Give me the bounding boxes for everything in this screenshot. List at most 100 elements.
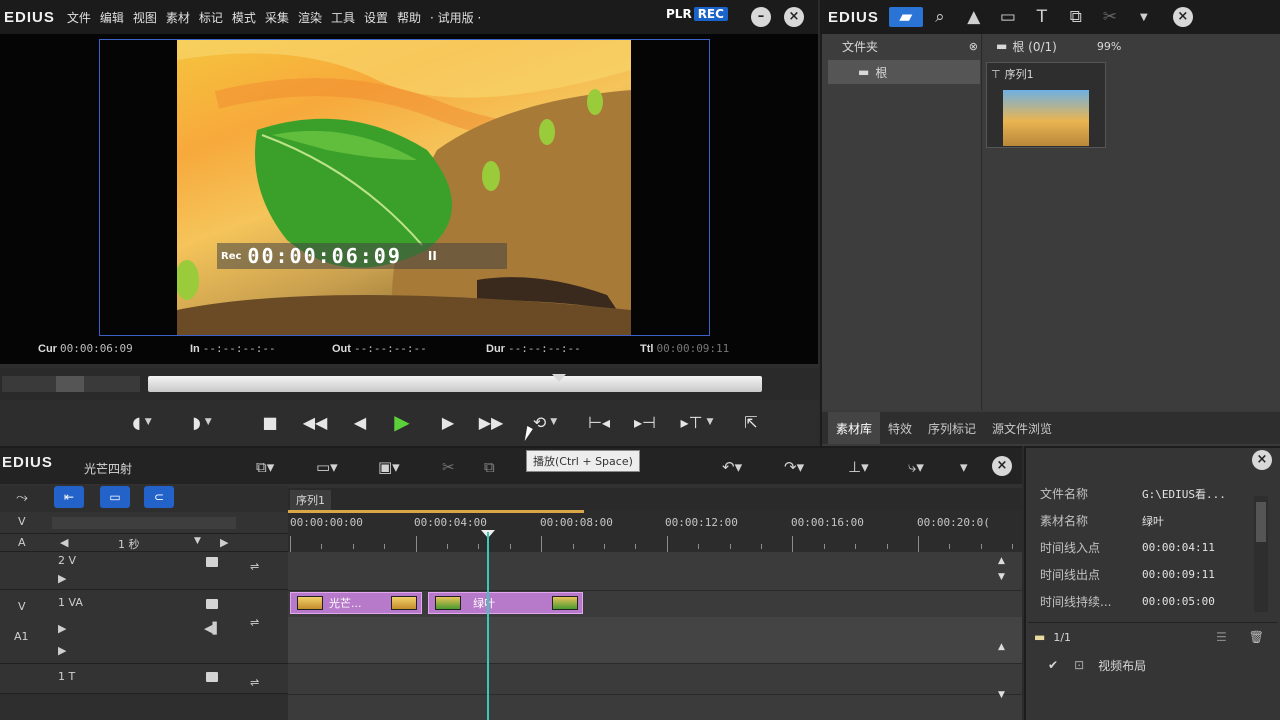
tab-sequence-markers[interactable]: 序列标记	[920, 412, 984, 444]
track-1t[interactable]: 1 T ⇌	[0, 664, 288, 694]
set-out-button[interactable]: ◗ ▼	[180, 402, 224, 442]
video-mute-icon[interactable]	[206, 599, 218, 609]
tab-bin[interactable]: 素材库	[828, 412, 881, 444]
sequence-settings-icon[interactable]: ⧉▾	[256, 458, 274, 476]
chevron-down-icon[interactable]: ▾	[960, 458, 968, 476]
speaker-icon[interactable]: ◀▌	[204, 622, 221, 635]
insert-to-timeline-button[interactable]: ▸⊤ ▼	[674, 402, 720, 442]
chevron-down-icon[interactable]: ▼	[194, 536, 201, 546]
track-a1-label: A1	[14, 630, 29, 643]
menu-tools[interactable]: 工具	[331, 9, 355, 26]
scroll-down-icon[interactable]: ▼	[998, 572, 1005, 582]
next-edit-button[interactable]: ▸⊣	[628, 402, 662, 442]
video-mute-icon[interactable]	[206, 557, 218, 567]
bin-clip-thumbnail	[1003, 90, 1089, 146]
ripple-icon[interactable]: ⤷▾	[908, 458, 924, 476]
export-button[interactable]: ⇱	[734, 402, 768, 442]
timeline-clip[interactable]: 绿叶	[428, 592, 583, 614]
bin-close-button[interactable]: ×	[1172, 7, 1193, 27]
expand-icon[interactable]: ▶	[58, 572, 66, 585]
trash-icon[interactable]: 🗑	[1249, 630, 1264, 644]
fast-forward-button[interactable]: ▶▶	[474, 402, 508, 442]
split-icon[interactable]: ⊥▾	[848, 458, 869, 476]
set-in-button[interactable]: ◖ ▼	[120, 402, 164, 442]
info-scrollbar[interactable]	[1254, 496, 1268, 612]
layout-effect-icon: ⊡	[1074, 658, 1085, 672]
open-folder-icon[interactable]: ▭	[991, 7, 1025, 27]
expand-icon[interactable]: ▶	[58, 622, 66, 635]
link-mode-button[interactable]: ⊂	[144, 486, 174, 508]
chevron-down-icon: ▼	[550, 417, 558, 427]
undo-icon[interactable]: ↶▾	[722, 458, 742, 476]
shuttle-knob[interactable]	[56, 376, 84, 392]
info-close-button[interactable]: ×	[1252, 450, 1272, 470]
slider-playhead[interactable]	[552, 374, 567, 382]
redo-icon[interactable]: ↷▾	[784, 458, 804, 476]
player-close-button[interactable]: ×	[784, 7, 804, 27]
title-mute-icon[interactable]	[206, 672, 218, 682]
expand-audio-icon[interactable]: ▶	[58, 644, 66, 657]
list-icon[interactable]: ☰	[1216, 630, 1227, 644]
menu-view[interactable]: 视图	[133, 9, 157, 26]
new-sequence-icon[interactable]: ⧉	[1059, 7, 1093, 27]
cut-icon[interactable]: ✂	[1093, 7, 1127, 27]
search-icon[interactable]: ⌕	[923, 7, 957, 27]
menu-file[interactable]: 文件	[67, 9, 91, 26]
sync-mode-button[interactable]: ▭	[100, 486, 130, 508]
timeline-clip[interactable]: 光芒...	[290, 592, 422, 614]
menu-settings[interactable]: 设置	[364, 9, 388, 26]
prev-edit-button[interactable]: ⊢◂	[582, 402, 616, 442]
track-v-label: V	[18, 515, 26, 528]
tab-effects[interactable]: 特效	[880, 412, 920, 444]
track-2v[interactable]: 2 V ▶ ⇌	[0, 552, 288, 590]
menu-marker[interactable]: 标记	[199, 9, 223, 26]
up-folder-icon[interactable]: ▲	[957, 7, 991, 27]
scale-selector[interactable]: 1 秒	[118, 536, 140, 552]
scroll-up-icon[interactable]: ▲	[998, 642, 1005, 652]
out-value: --:--:--:--	[353, 342, 427, 355]
timeline-cursor-line[interactable]	[487, 532, 489, 720]
menu-clip[interactable]: 素材	[166, 9, 190, 26]
menu-mode[interactable]: 模式	[232, 9, 256, 26]
track-lock-icon[interactable]: ⇌	[250, 676, 259, 689]
menu-render[interactable]: 渲染	[298, 9, 322, 26]
rewind-button[interactable]: ◀◀	[298, 402, 332, 442]
track-lock-icon[interactable]: ⇌	[250, 560, 259, 573]
menu-help[interactable]: 帮助	[397, 9, 421, 26]
open-project-icon[interactable]: ▭▾	[316, 458, 338, 476]
close-icon[interactable]: ⊗	[969, 40, 978, 53]
info-row: 文件名称 G:\EDIUS看...	[1040, 480, 1260, 507]
scroll-down-icon[interactable]: ▼	[998, 690, 1005, 700]
scale-left-arrow-icon[interactable]: ◀	[60, 536, 68, 549]
plr-rec-toggle[interactable]: PLR REC	[666, 7, 728, 21]
play-button[interactable]: ▶	[386, 402, 418, 442]
effect-item[interactable]: ✔ ⊡ 视频布局	[1048, 656, 1146, 674]
stop-button[interactable]: ■	[258, 402, 282, 442]
step-back-button[interactable]: ◀	[348, 402, 372, 442]
tab-source-browser[interactable]: 源文件浏览	[984, 412, 1060, 444]
folder-view-icon[interactable]: ▰	[888, 7, 923, 27]
timeline-close-button[interactable]: ×	[992, 456, 1012, 476]
track-lock-icon[interactable]: ⇌	[250, 616, 259, 629]
step-forward-button[interactable]: ▶	[436, 402, 460, 442]
menu-edit[interactable]: 编辑	[100, 9, 124, 26]
menu-capture[interactable]: 采集	[265, 9, 289, 26]
track-zoom-bar[interactable]	[52, 517, 236, 529]
checkbox-checked-icon[interactable]: ✔	[1048, 658, 1058, 672]
copy-icon[interactable]: ⧉	[484, 458, 495, 476]
scale-right-arrow-icon[interactable]: ▶	[220, 536, 228, 549]
minimize-button[interactable]: –	[751, 7, 771, 27]
position-slider[interactable]	[148, 376, 762, 392]
scroll-up-icon[interactable]: ▲	[998, 556, 1005, 566]
ripple-mode-button[interactable]: ⇤	[54, 486, 84, 508]
info-scrollbar-thumb[interactable]	[1256, 502, 1266, 542]
chevron-down-icon[interactable]: ▼	[1127, 12, 1161, 23]
folder-root-item[interactable]: ▬ 根	[828, 60, 980, 84]
sequence-tab[interactable]: 序列1	[290, 490, 331, 510]
cut-icon[interactable]: ✂	[442, 458, 455, 476]
add-title-icon[interactable]: T	[1025, 7, 1059, 27]
save-project-icon[interactable]: ▣▾	[378, 458, 400, 476]
insert-mode-icon[interactable]: ⤳	[16, 488, 28, 506]
ruler-label-4: 00:00:16:00	[791, 516, 864, 529]
track-1va[interactable]: V 1 VA ▶ ▶ A1 ◀▌ ⇌	[0, 590, 288, 664]
